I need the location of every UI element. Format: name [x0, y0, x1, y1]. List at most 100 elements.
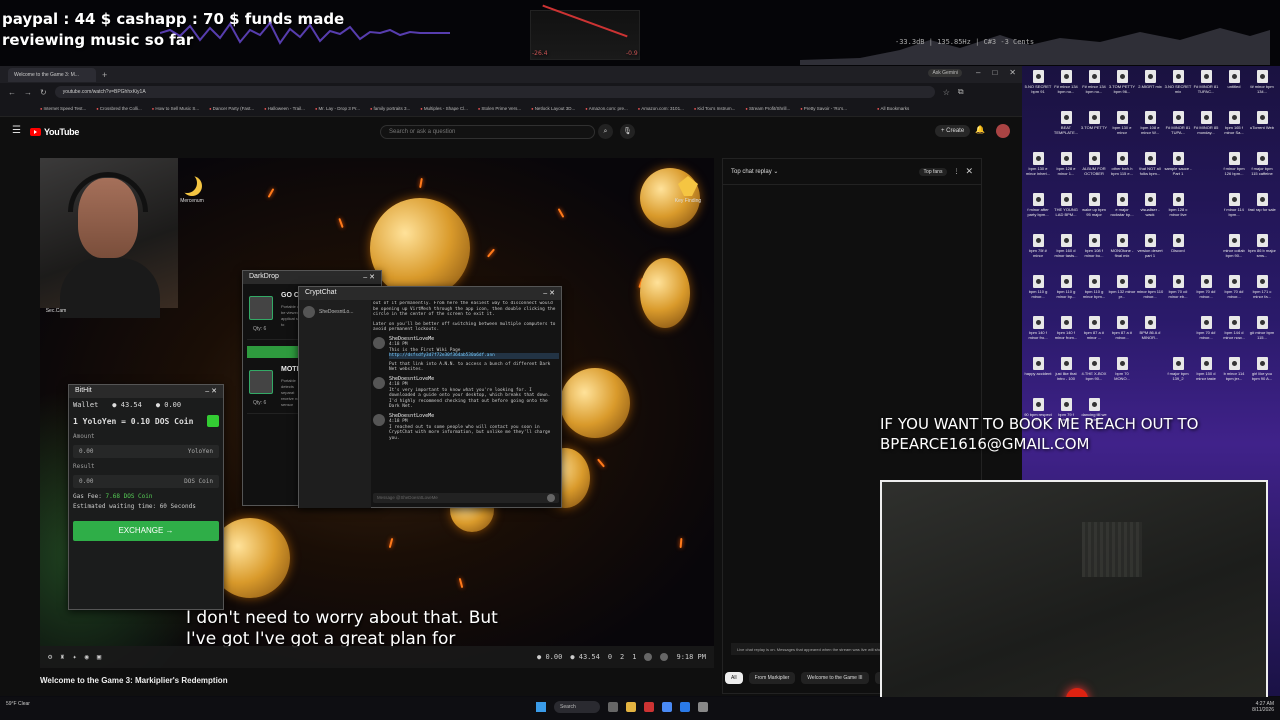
desktop-file-icon[interactable]: bpm 70 d# minor...: [1192, 273, 1220, 314]
app-icon[interactable]: [698, 702, 708, 712]
desktop-file-icon[interactable]: Discord: [1164, 232, 1192, 273]
desktop-file-icon[interactable]: BPM 86 A # MINOR...: [1136, 314, 1164, 355]
desktop-file-icon[interactable]: f minor after party bpm...: [1024, 191, 1052, 232]
more-options-icon[interactable]: ⋮: [953, 168, 959, 175]
desktop-file-icon[interactable]: f# minor bpm 134...: [1248, 68, 1276, 109]
desktop-file-icon[interactable]: visualiser - wack: [1136, 191, 1164, 232]
desktop-file-icon[interactable]: F# MINOR 85 monday...: [1192, 109, 1220, 150]
new-tab-icon[interactable]: +: [102, 70, 107, 80]
desktop-file-icon[interactable]: wake up bpm 95 major: [1080, 191, 1108, 232]
bookmark-item[interactable]: Netlock Layout 3D...: [531, 106, 576, 111]
bookmark-item[interactable]: Dancer Party (Fast...: [209, 106, 255, 111]
bookmark-item[interactable]: Crossbred the Colli...: [96, 106, 142, 111]
desktop-file-icon[interactable]: 3.TOM PETTY bpm 96...: [1108, 68, 1136, 109]
desktop-file-icon[interactable]: 2.MIGRT mix: [1136, 68, 1164, 109]
desktop-file-icon[interactable]: bpm 160 d minor tasts...: [1052, 232, 1080, 273]
desktop-file-icon[interactable]: [1192, 191, 1220, 232]
message-link[interactable]: http://dsfsdfy3d7f72e30f364ab530a6df.ann: [389, 353, 559, 359]
desktop-file-icon[interactable]: bpm 86 b major sms...: [1248, 232, 1276, 273]
desktop-file-icon[interactable]: bpm 171 c minor fa...: [1248, 273, 1276, 314]
start-icon[interactable]: [536, 702, 546, 712]
close-icon[interactable]: ✕: [1009, 68, 1016, 77]
bookmark-item[interactable]: Amazon.com: 3101...: [638, 106, 684, 111]
desktop-file-icon[interactable]: MONOtone - final mix: [1108, 232, 1136, 273]
desktop-file-icon[interactable]: bpm 70 d# minor...: [1220, 273, 1248, 314]
desktop-file-icon[interactable]: [1164, 314, 1192, 355]
desktop-file-icon[interactable]: 3.TOM PETTY: [1080, 109, 1108, 150]
bookmark-item[interactable]: Mr. Lay - Drop 3 Pr...: [315, 106, 360, 111]
chrome-icon[interactable]: [662, 702, 672, 712]
desktop-file-icon[interactable]: bpm 165 f minor Sa...: [1220, 109, 1248, 150]
create-button[interactable]: + Create: [935, 125, 971, 137]
reload-icon[interactable]: ↻: [40, 88, 47, 97]
desktop-file-icon[interactable]: other bwh.h bpm 115 e...: [1108, 150, 1136, 191]
app-icon[interactable]: ♜: [60, 653, 64, 661]
power-icon[interactable]: [660, 653, 669, 661]
back-icon[interactable]: ←: [8, 88, 16, 97]
desktop-file-icon[interactable]: e major rockstar bp...: [1108, 191, 1136, 232]
desktop-file-icon[interactable]: fast rap for sale: [1248, 191, 1276, 232]
desktop-file-icon[interactable]: F# MINOR 81 TUPA...: [1164, 109, 1192, 150]
desktop-file-icon[interactable]: that NOT all folks bpm...: [1136, 150, 1164, 191]
desktop-file-icon[interactable]: BEAT TEMPLATE...: [1052, 109, 1080, 150]
desktop-file-icon[interactable]: f minor bpm 126 bpm...: [1220, 150, 1248, 191]
desktop-file-icon[interactable]: bpm 108 e minor W...: [1136, 109, 1164, 150]
exchange-button[interactable]: EXCHANGE →: [73, 521, 219, 541]
desktop-file-icon[interactable]: 4.THE X-BOX bpm 90...: [1080, 355, 1108, 396]
desktop-file-icon[interactable]: bpm 110 g minor bpm...: [1080, 273, 1108, 314]
desktop-file-icon[interactable]: girl like you bpm 90 A...: [1248, 355, 1276, 396]
desktop-file-icon[interactable]: [1192, 232, 1220, 273]
desktop-file-icon[interactable]: bpm 128 c minor live: [1164, 191, 1192, 232]
wifi-icon[interactable]: [644, 653, 653, 661]
extensions-icon[interactable]: ⧉: [958, 87, 964, 97]
bookmark-item[interactable]: Kid Too's Instrum...: [694, 106, 735, 111]
sec-cam-app-icon[interactable]: Sec.Cam: [40, 308, 76, 314]
desktop-file-icon[interactable]: bpm 130 e minor inheri...: [1024, 150, 1052, 191]
desktop-file-icon[interactable]: bpm 75f # minor: [1024, 232, 1052, 273]
bookmark-item[interactable]: family portraits 3...: [370, 106, 411, 111]
darkdrop-window-controls[interactable]: – ✕: [363, 273, 375, 282]
telegram-icon[interactable]: [680, 702, 690, 712]
maximize-icon[interactable]: □: [992, 68, 997, 77]
bookmark-item[interactable]: Stream Profit/Shrill...: [745, 106, 790, 111]
desktop-file-icon[interactable]: 3.NO SECRET mix: [1164, 68, 1192, 109]
bookmark-item[interactable]: Pretty Savoir - 'Ro's...: [800, 106, 847, 111]
desktop-file-icon[interactable]: f major bpm 115 caffeine: [1248, 150, 1276, 191]
desktop-file-icon[interactable]: g# minor bpm 115...: [1248, 314, 1276, 355]
settings-icon[interactable]: ⚙: [48, 653, 52, 661]
bookmark-item[interactable]: Halloween - Trail...: [264, 106, 305, 111]
hamburger-menu-icon[interactable]: ☰: [12, 125, 21, 136]
desktop-file-icon[interactable]: F# MINOR 81 TUPAC...: [1192, 68, 1220, 109]
all-bookmarks-button[interactable]: All Bookmarks: [877, 106, 910, 111]
bithit-window-controls[interactable]: – ✕: [205, 387, 217, 396]
minimize-icon[interactable]: –: [976, 68, 980, 77]
desktop-file-icon[interactable]: bpm 70 c# minor eb...: [1164, 273, 1192, 314]
desktop-file-icon[interactable]: sample sauce - Part 1: [1164, 150, 1192, 191]
url-input[interactable]: youtube.com/watch?v=BPGhhxKiy1A: [54, 86, 935, 98]
desktop-file-icon[interactable]: bpm 140 f minor fro...: [1024, 314, 1052, 355]
key-finding-app-icon[interactable]: Key Finding: [668, 176, 708, 204]
desktop-file-icon[interactable]: f minor 114 bpm...: [1220, 191, 1248, 232]
video-player[interactable]: Sec.Cam Mercenum Key Finding BitHit – ✕ …: [40, 158, 714, 668]
desktop-file-icon[interactable]: ALBUM FOR OCTOBER: [1080, 150, 1108, 191]
browser-tab[interactable]: Welcome to the Game 3: M...: [8, 67, 96, 82]
message-input[interactable]: Message @SheDoesntLoveMe: [373, 493, 559, 503]
send-icon[interactable]: [547, 494, 555, 502]
desktop-file-icon[interactable]: F# minor 134 bpm no...: [1080, 68, 1108, 109]
search-icon[interactable]: ⌕: [598, 124, 613, 139]
desktop-file-icon[interactable]: bpm 70 MONO...: [1108, 355, 1136, 396]
forward-icon[interactable]: →: [24, 88, 32, 97]
app-icon[interactable]: ▣: [97, 653, 101, 661]
bookmark-star-icon[interactable]: ☆: [943, 88, 950, 97]
desktop-file-icon[interactable]: bpm 87 a # minor ...: [1080, 314, 1108, 355]
desktop-file-icon[interactable]: bpm 110 g minor bp...: [1052, 273, 1080, 314]
microphone-icon[interactable]: 🎙: [620, 124, 635, 139]
chip-welcome-game[interactable]: Welcome to the Game III: [801, 672, 869, 684]
desktop-file-icon[interactable]: bpm 130 e minor: [1108, 109, 1136, 150]
contact-item[interactable]: SheDoesntLo...: [299, 300, 371, 324]
close-icon[interactable]: ✕: [965, 166, 973, 177]
desktop-file-icon[interactable]: b minor 114 bpm jer...: [1220, 355, 1248, 396]
desktop-file-icon[interactable]: bpm 87 a # minor...: [1108, 314, 1136, 355]
desktop-file-icon[interactable]: [1192, 150, 1220, 191]
bookmark-item[interactable]: Internet Speed Test...: [40, 106, 87, 111]
